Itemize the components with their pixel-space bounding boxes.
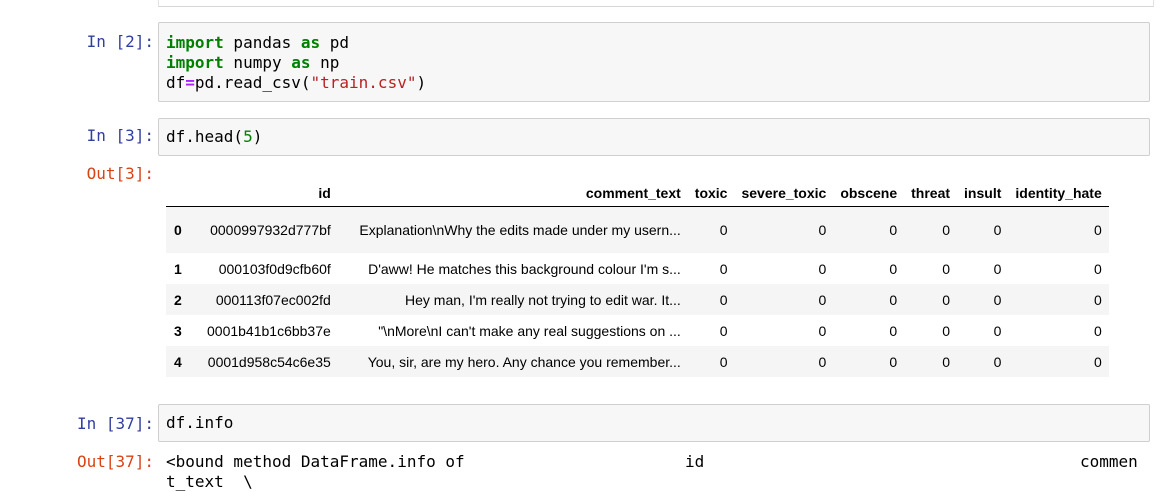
cell-comment-text: Explanation\nWhy the edits made under my…: [359, 221, 681, 238]
output-text-line: <bound method DataFrame.info of: [166, 452, 465, 471]
column-header-insult: insult: [957, 180, 1009, 207]
cell-identity-hate: 0: [1093, 222, 1102, 238]
cell-obscene: 0: [889, 260, 898, 277]
cell-obscene: 0: [889, 222, 898, 238]
column-header-index: [166, 180, 200, 207]
row-index: 1: [174, 260, 182, 277]
cell-threat: 0: [942, 291, 951, 308]
output-prompt: Out[37]:: [76, 452, 154, 471]
cell-comment-text: D'aww! He matches this background colour…: [368, 260, 681, 277]
table-row: 3 0001b41b1c6bb37e "\nMore\nI can't make…: [166, 315, 1109, 346]
row-index: 4: [174, 353, 182, 370]
cell-comment-text: You, sir, are my hero. Any chance you re…: [367, 353, 681, 370]
output-text-line: commen: [1080, 452, 1138, 471]
column-header-comment-text: comment_text: [337, 180, 688, 207]
cell-threat: 0: [942, 260, 951, 277]
cell-toxic: 0: [719, 222, 728, 238]
column-header-severe-toxic: severe_toxic: [734, 180, 834, 207]
cell-threat: 0: [942, 322, 951, 339]
row-index: 0: [174, 222, 182, 238]
column-header-obscene: obscene: [833, 180, 905, 207]
table-row: 1 000103f0d9cfb60f D'aww! He matches thi…: [166, 253, 1109, 284]
column-header-threat: threat: [904, 180, 958, 207]
input-prompt: In [2]:: [86, 32, 154, 51]
cell-insult: 0: [993, 291, 1002, 308]
output-text-line: t_text \: [166, 472, 253, 491]
row-index: 2: [174, 291, 182, 308]
row-index: 3: [174, 322, 182, 339]
dataframe-table: id comment_text toxic severe_toxic obsce…: [166, 180, 1109, 377]
cell-toxic: 0: [719, 322, 728, 339]
cell-id: 0000997932d777bf: [210, 222, 331, 238]
output-prompt: Out[3]:: [86, 164, 154, 183]
output-text-line: id: [685, 452, 705, 471]
cell-toxic: 0: [719, 291, 728, 308]
cell-toxic: 0: [719, 260, 728, 277]
cell-severe-toxic: 0: [818, 222, 827, 238]
cell-insult: 0: [993, 260, 1002, 277]
input-prompt: In [37]:: [76, 414, 154, 433]
table-row: 4 0001d958c54c6e35 You, sir, are my hero…: [166, 346, 1109, 377]
code-cell-input[interactable]: import pandas as pd import numpy as np df=…: [158, 22, 1150, 102]
table-header-row: id comment_text toxic severe_toxic obsce…: [166, 180, 1109, 207]
cell-id: 000103f0d9cfb60f: [218, 260, 331, 277]
cell-id: 000113f07ec002fd: [215, 291, 331, 308]
cell-comment-text: "\nMore\nI can't make any real suggestio…: [378, 322, 681, 339]
code-cell-input[interactable]: df.head(5): [158, 118, 1150, 156]
cell-identity-hate: 0: [1093, 260, 1102, 277]
table-row: 2 000113f07ec002fd Hey man, I'm really n…: [166, 284, 1109, 315]
cell-threat: 0: [942, 222, 951, 238]
cell-severe-toxic: 0: [818, 260, 827, 277]
code-line: import numpy as np: [166, 53, 340, 72]
column-header-identity-hate: identity_hate: [1008, 180, 1109, 207]
cell-id: 0001b41b1c6bb37e: [207, 322, 331, 339]
code-line: import pandas as pd: [166, 33, 350, 52]
column-header-toxic: toxic: [687, 180, 735, 207]
cell-obscene: 0: [889, 353, 898, 370]
cell-identity-hate: 0: [1093, 291, 1102, 308]
column-header-id: id: [200, 180, 338, 207]
cell-toxic: 0: [719, 353, 728, 370]
cell-severe-toxic: 0: [818, 353, 827, 370]
cell-obscene: 0: [889, 322, 898, 339]
table-row: 0 0000997932d777bf Explanation\nWhy the …: [166, 206, 1109, 253]
code-cell-input[interactable]: df.info: [158, 404, 1150, 442]
cell-identity-hate: 0: [1093, 353, 1102, 370]
cell-threat: 0: [942, 353, 951, 370]
code-line: df=pd.read_csv("train.csv"): [166, 73, 427, 92]
input-prompt: In [3]:: [86, 126, 154, 145]
cell-insult: 0: [993, 222, 1002, 238]
cell-obscene: 0: [889, 291, 898, 308]
cell-comment-text: Hey man, I'm really not trying to edit w…: [405, 291, 681, 308]
cell-id: 0001d958c54c6e35: [207, 353, 331, 370]
cell-identity-hate: 0: [1093, 322, 1102, 339]
cell-severe-toxic: 0: [818, 291, 827, 308]
previous-cell-output-border: [158, 0, 1154, 7]
cell-severe-toxic: 0: [818, 322, 827, 339]
cell-insult: 0: [993, 322, 1002, 339]
cell-insult: 0: [993, 353, 1002, 370]
